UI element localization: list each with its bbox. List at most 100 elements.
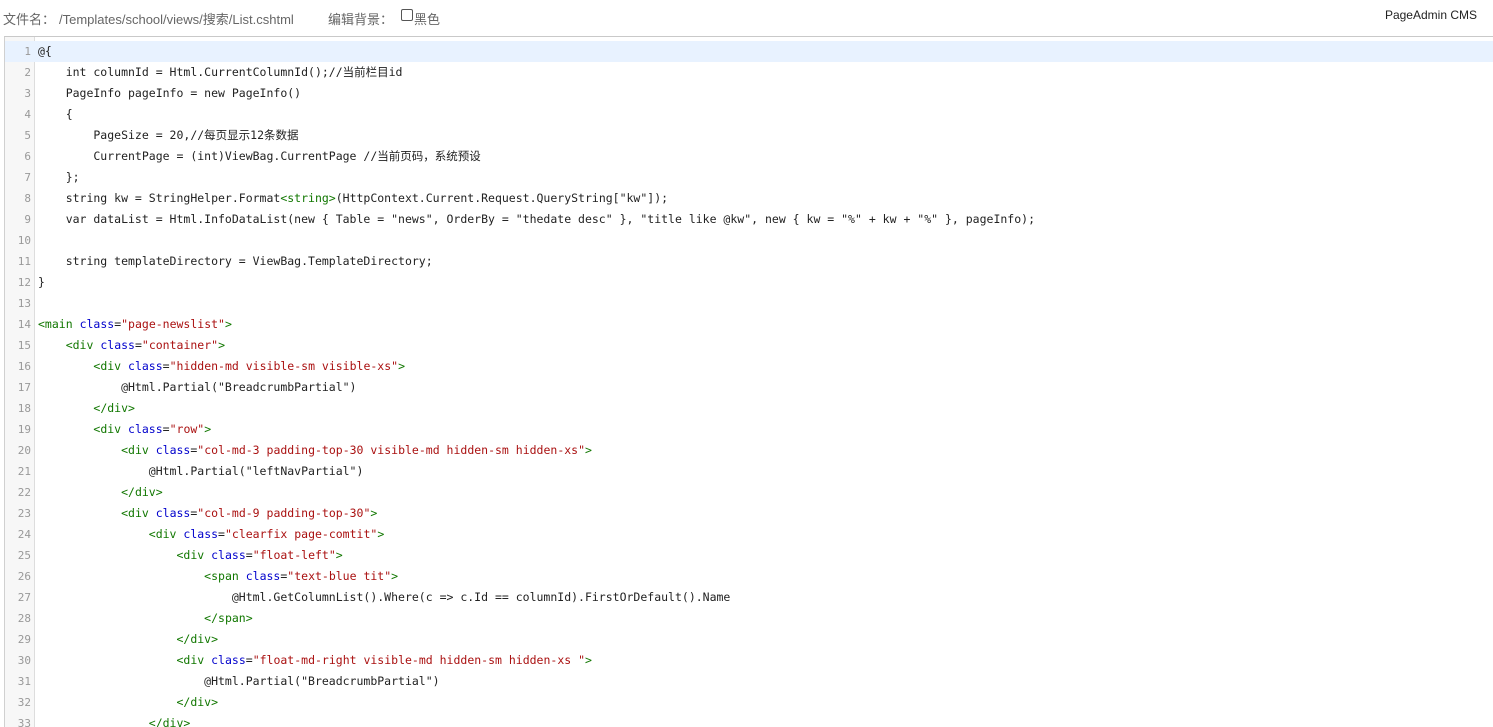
code-token: string templateDirectory = ViewBag.Templ…: [38, 254, 433, 268]
code-line[interactable]: 28 </span>: [5, 608, 1493, 629]
code-line[interactable]: 17 @Html.Partial("BreadcrumbPartial"): [5, 377, 1493, 398]
code-line[interactable]: 5 PageSize = 20,//每页显示12条数据: [5, 125, 1493, 146]
code-token: <div: [93, 422, 122, 436]
line-number: 22: [17, 486, 31, 499]
editor-background-label: 编辑背景：: [328, 12, 394, 27]
dark-background-option-label[interactable]: 黑色: [414, 9, 440, 28]
code-token: <div: [176, 653, 205, 667]
line-number: 32: [17, 696, 31, 709]
code-line[interactable]: 27 @Html.GetColumnList().Where(c => c.Id…: [5, 587, 1493, 608]
line-number: 33: [17, 717, 31, 727]
code-token: }: [38, 275, 45, 289]
code-text: string templateDirectory = ViewBag.Templ…: [38, 251, 433, 272]
code-line[interactable]: 10: [5, 230, 1493, 251]
code-line[interactable]: 25 <div class="float-left">: [5, 545, 1493, 566]
code-token: class: [245, 569, 281, 583]
code-token: "hidden-md visible-sm visible-xs": [169, 359, 399, 373]
code-token: "container": [141, 338, 219, 352]
code-line[interactable]: 20 <div class="col-md-3 padding-top-30 v…: [5, 440, 1493, 461]
line-number: 11: [17, 255, 31, 268]
code-text: @Html.Partial("BreadcrumbPartial"): [38, 377, 356, 398]
code-text: <span class="text-blue tit">: [38, 566, 398, 587]
code-token: };: [38, 170, 80, 184]
code-token: >: [377, 527, 385, 541]
code-text: </div>: [38, 629, 218, 650]
code-line[interactable]: 13: [5, 293, 1493, 314]
code-lines[interactable]: 1 @{2 int columnId = Html.CurrentColumnId…: [5, 41, 1493, 727]
code-text: PageSize = 20,//每页显示12条数据: [38, 125, 298, 146]
line-number: 25: [17, 549, 31, 562]
line-number: 27: [17, 591, 31, 604]
code-line[interactable]: 1 @{: [5, 41, 1493, 62]
line-number: 5: [24, 129, 31, 142]
code-token: {: [38, 107, 73, 121]
line-number: 1: [24, 45, 31, 58]
code-line[interactable]: 30 <div class="float-md-right visible-md…: [5, 650, 1493, 671]
code-token: CurrentPage = (int)ViewBag.CurrentPage /…: [38, 149, 481, 163]
code-token: <div: [148, 527, 177, 541]
code-line[interactable]: 8 string kw = StringHelper.Format<string…: [5, 188, 1493, 209]
code-text: string kw = StringHelper.Format<string>(…: [38, 188, 668, 209]
line-number: 10: [17, 234, 31, 247]
dark-background-checkbox[interactable]: [401, 9, 413, 21]
code-token: </span>: [204, 611, 253, 625]
code-line[interactable]: 2 int columnId = Html.CurrentColumnId();…: [5, 62, 1493, 83]
code-token: >: [204, 422, 212, 436]
code-line[interactable]: 32 </div>: [5, 692, 1493, 713]
code-line[interactable]: 19 <div class="row">: [5, 419, 1493, 440]
code-token: >: [585, 653, 592, 667]
code-text: {: [38, 104, 73, 125]
code-line[interactable]: 29 </div>: [5, 629, 1493, 650]
code-line[interactable]: 12}: [5, 272, 1493, 293]
file-name-label: 文件名：: [3, 12, 56, 27]
line-number: 14: [17, 318, 31, 331]
line-number: 3: [24, 87, 31, 100]
line-number: 18: [17, 402, 31, 415]
code-token: "row": [169, 422, 205, 436]
code-line[interactable]: 33 </div>: [5, 713, 1493, 727]
line-number: 7: [24, 171, 31, 184]
code-editor[interactable]: 1 @{2 int columnId = Html.CurrentColumnId…: [4, 36, 1493, 727]
code-text: <div class="float-left">: [38, 545, 342, 566]
code-token: =: [245, 548, 253, 562]
code-token: >: [224, 317, 232, 331]
code-line[interactable]: 14 <main class="page-newslist">: [5, 314, 1493, 335]
code-token: <string>: [280, 191, 336, 205]
code-token: class: [155, 506, 191, 520]
code-token: =: [162, 359, 170, 373]
code-text: <div class="col-md-3 padding-top-30 visi…: [38, 440, 592, 461]
code-token: var dataList = Html.InfoDataList(new { T…: [38, 212, 1035, 226]
code-line[interactable]: 21 @Html.Partial("leftNavPartial"): [5, 461, 1493, 482]
code-token: string kw = StringHelper.Format: [38, 191, 281, 205]
code-line[interactable]: 31 @Html.Partial("BreadcrumbPartial"): [5, 671, 1493, 692]
code-token: @Html.GetColumnList().Where(c => c.Id ==…: [38, 590, 731, 604]
code-text: PageInfo pageInfo = new PageInfo(): [38, 83, 301, 104]
code-line[interactable]: 4 {: [5, 104, 1493, 125]
code-line[interactable]: 7 };: [5, 167, 1493, 188]
code-line[interactable]: 18 </div>: [5, 398, 1493, 419]
code-line[interactable]: 24 <div class="clearfix page-comtit">: [5, 524, 1493, 545]
code-line[interactable]: 26 <span class="text-blue tit">: [5, 566, 1493, 587]
code-text: }: [38, 272, 45, 293]
code-text: };: [38, 167, 80, 188]
line-number: 17: [17, 381, 31, 394]
code-token: class: [128, 359, 163, 373]
code-line[interactable]: 3 PageInfo pageInfo = new PageInfo(): [5, 83, 1493, 104]
code-line[interactable]: 9 var dataList = Html.InfoDataList(new {…: [5, 209, 1493, 230]
code-token: class: [211, 548, 246, 562]
code-line[interactable]: 6 CurrentPage = (int)ViewBag.CurrentPage…: [5, 146, 1493, 167]
code-line[interactable]: 16 <div class="hidden-md visible-sm visi…: [5, 356, 1493, 377]
code-token: <div: [121, 506, 149, 520]
code-line[interactable]: 22 </div>: [5, 482, 1493, 503]
line-number: 4: [24, 108, 31, 121]
code-line[interactable]: 15 <div class="container">: [5, 335, 1493, 356]
code-token: =: [245, 653, 253, 667]
code-line[interactable]: 23 <div class="col-md-9 padding-top-30">: [5, 503, 1493, 524]
code-line[interactable]: 11 string templateDirectory = ViewBag.Te…: [5, 251, 1493, 272]
